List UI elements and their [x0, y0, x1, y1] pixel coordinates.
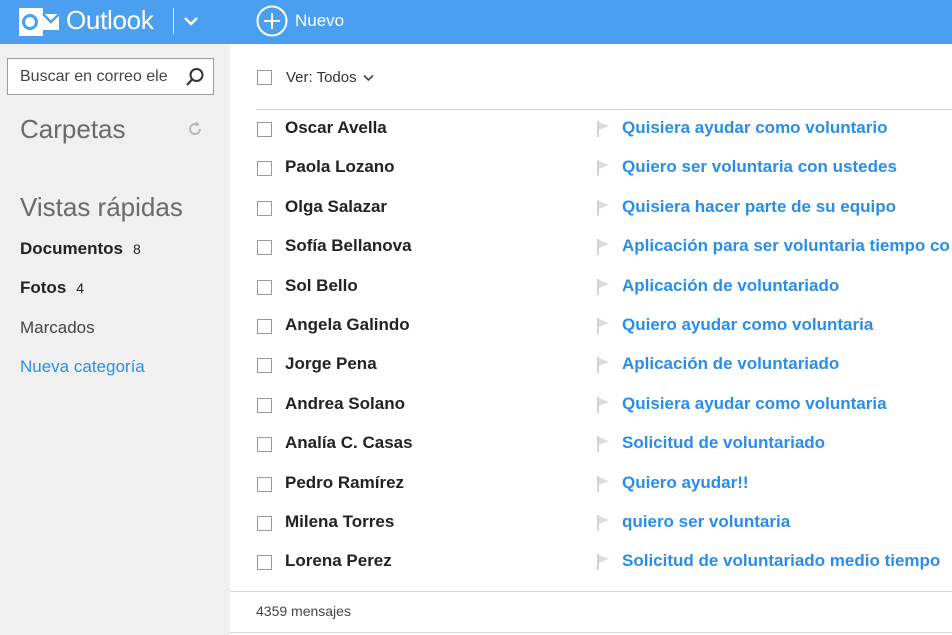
folders-heading[interactable]: Carpetas [20, 114, 126, 145]
quick-view-label: Marcados [20, 318, 95, 337]
search-box [7, 58, 214, 95]
message-subject: quiero ser voluntaria [622, 512, 791, 531]
quick-views-heading: Vistas rápidas [20, 192, 183, 222]
message-row[interactable]: Oscar Avella Quisiera ayudar como volunta… [230, 110, 952, 149]
message-count: 4359 mensajes [256, 603, 351, 619]
message-checkbox[interactable] [257, 279, 272, 295]
message-row[interactable]: Pedro Ramírez Quiero ayudar!! [230, 465, 952, 504]
message-subject: Quiero ser voluntaria con ustedes [622, 157, 897, 177]
message-subject: Solicitud de voluntariado medio tiempo [622, 551, 941, 571]
message-subject: Quiero ayudar como voluntaria [622, 315, 874, 334]
message-row[interactable]: Andrea Solano Quisiera ayudar como volunt… [230, 386, 952, 425]
message-row[interactable]: Paola Lozano Quiero ser voluntaria con us… [230, 149, 952, 188]
quick-view-photos[interactable]: Fotos 4 [20, 278, 84, 298]
flag-icon[interactable] [596, 278, 610, 296]
message-checkbox[interactable] [257, 555, 272, 571]
message-sender: Paola Lozano [285, 157, 395, 177]
message-sender: Jorge Pena [285, 354, 377, 374]
search-icon[interactable] [185, 67, 205, 87]
quick-view-flagged[interactable]: Marcados [20, 318, 95, 338]
list-toolbar: Ver: Todos [230, 44, 952, 110]
message-checkbox[interactable] [257, 122, 272, 137]
flag-icon[interactable] [596, 199, 610, 217]
flag-icon[interactable] [596, 120, 610, 138]
message-row[interactable]: Jorge Pena Aplicación de voluntariado [230, 346, 952, 385]
message-sender: Sofía Bellanova [285, 236, 412, 256]
app-switcher-chevron-icon[interactable] [182, 12, 200, 30]
quick-view-label: Documentos [20, 239, 123, 258]
outlook-logo-icon[interactable] [19, 6, 60, 38]
message-row[interactable]: Sol Bello Aplicación de voluntariado [230, 268, 952, 307]
flag-icon[interactable] [596, 514, 610, 532]
flag-icon[interactable] [596, 396, 610, 414]
new-message-button[interactable]: Nuevo [256, 3, 344, 39]
flag-icon[interactable] [596, 475, 610, 493]
message-row[interactable]: Olga Salazar Quisiera hacer parte de su e… [230, 189, 952, 228]
flag-icon[interactable] [596, 435, 610, 453]
message-sender: Olga Salazar [285, 196, 388, 216]
message-sender: Pedro Ramírez [285, 472, 405, 492]
top-bar: Outlook Nuevo [0, 0, 952, 44]
message-subject: Quisiera ayudar como voluntaria [622, 393, 887, 413]
message-sender: Oscar Avella [285, 118, 387, 137]
message-sender: Analía C. Casas [285, 433, 413, 453]
plus-circle-icon [256, 5, 288, 37]
message-sender: Milena Torres [285, 512, 395, 531]
message-checkbox[interactable] [257, 200, 272, 216]
message-checkbox[interactable] [257, 516, 272, 531]
message-checkbox[interactable] [257, 397, 272, 413]
message-subject: Aplicación de voluntariado [622, 275, 840, 295]
quick-view-count: 8 [132, 241, 141, 257]
message-row[interactable]: Sofía Bellanova Aplicación para ser volun… [230, 228, 952, 267]
message-sender: Lorena Perez [285, 551, 392, 571]
message-checkbox[interactable] [257, 161, 272, 177]
message-list-pane: Ver: Todos Oscar Avella Quisiera ayudar c… [230, 44, 952, 635]
message-checkbox[interactable] [257, 319, 272, 334]
brand-title: Outlook [66, 5, 154, 35]
message-row[interactable]: Milena Torres quiero ser voluntaria [230, 504, 952, 543]
message-sender: Andrea Solano [285, 393, 405, 413]
refresh-icon[interactable] [186, 120, 204, 138]
message-subject: Quisiera hacer parte de su equipo [622, 196, 896, 216]
search-input[interactable] [8, 59, 180, 94]
message-sender: Sol Bello [285, 275, 358, 295]
message-subject: Quisiera ayudar como voluntario [622, 118, 888, 137]
flag-icon[interactable] [596, 238, 610, 256]
message-row[interactable]: Analía C. Casas Solicitud de voluntariado [230, 425, 952, 464]
view-filter-label: Ver: Todos [286, 69, 357, 86]
view-filter-dropdown[interactable]: Ver: Todos [286, 69, 374, 86]
flag-icon[interactable] [596, 317, 610, 335]
message-checkbox[interactable] [257, 476, 272, 492]
footer-divider [230, 632, 952, 633]
chevron-down-icon [363, 74, 374, 81]
new-category-link[interactable]: Nueva categoría [20, 357, 145, 377]
message-sender: Angela Galindo [285, 315, 410, 334]
message-subject: Quiero ayudar!! [622, 472, 749, 492]
footer-divider [230, 591, 952, 592]
flag-icon[interactable] [596, 553, 610, 571]
quick-view-count: 4 [76, 280, 85, 296]
flag-icon[interactable] [596, 356, 610, 374]
brand-divider [173, 8, 174, 34]
message-subject: Aplicación para ser voluntaria tiempo co [622, 236, 950, 256]
quick-view-documents[interactable]: Documentos 8 [20, 239, 141, 259]
message-row[interactable]: Angela Galindo Quiero ayudar como volunta… [230, 307, 952, 346]
message-subject: Aplicación de voluntariado [622, 354, 840, 374]
message-checkbox[interactable] [257, 240, 272, 256]
select-all-checkbox[interactable] [257, 70, 272, 85]
sidebar: Carpetas Vistas rápidas Documentos 8 Foto… [0, 44, 230, 635]
new-message-label: Nuevo [295, 11, 345, 30]
message-row[interactable]: Lorena Perez Solicitud de voluntariado me… [230, 543, 952, 582]
message-checkbox[interactable] [257, 358, 272, 374]
quick-view-label: Fotos [20, 278, 67, 297]
message-checkbox[interactable] [257, 437, 272, 453]
message-subject: Solicitud de voluntariado [622, 433, 826, 453]
flag-icon[interactable] [596, 159, 610, 177]
